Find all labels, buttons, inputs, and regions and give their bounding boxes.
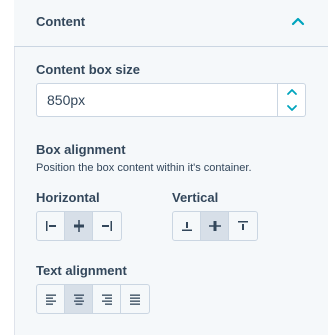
text-alignment-group	[36, 284, 150, 314]
section-title: Content	[36, 14, 86, 29]
chevron-up-icon[interactable]	[290, 14, 306, 30]
vertical-alignment-group	[172, 211, 258, 241]
text-align-center-icon	[73, 294, 84, 305]
content-box-size-input[interactable]: 850px	[36, 83, 278, 117]
text-align-justify-button[interactable]	[121, 285, 149, 313]
box-alignment-help: Position the box content within it's con…	[36, 162, 252, 174]
align-top-button[interactable]	[229, 212, 257, 240]
horizontal-label: Horizontal	[36, 190, 100, 205]
text-align-justify-icon	[130, 294, 140, 305]
align-right-icon	[102, 221, 112, 231]
align-center-horizontal-icon	[73, 220, 84, 232]
content-box-size-stepper	[278, 83, 306, 117]
text-align-center-button[interactable]	[65, 285, 93, 313]
align-top-icon	[238, 221, 248, 230]
chevron-up-icon	[286, 89, 297, 95]
align-bottom-icon	[181, 222, 192, 231]
align-middle-vertical-icon	[208, 221, 221, 231]
vertical-label: Vertical	[172, 190, 219, 205]
align-left-icon	[45, 221, 56, 231]
section-header[interactable]: Content	[14, 0, 328, 47]
align-right-button[interactable]	[93, 212, 121, 240]
content-box-size-label: Content box size	[36, 62, 141, 77]
text-align-left-button[interactable]	[37, 285, 65, 313]
box-alignment-label: Box alignment	[36, 142, 126, 157]
align-middle-vertical-button[interactable]	[201, 212, 229, 240]
stepper-down-button[interactable]	[278, 100, 305, 116]
text-align-right-icon	[101, 294, 112, 305]
horizontal-alignment-group	[36, 211, 122, 241]
chevron-down-icon	[286, 105, 297, 111]
align-center-horizontal-button[interactable]	[65, 212, 93, 240]
text-alignment-label: Text alignment	[36, 263, 127, 278]
text-align-left-icon	[45, 294, 56, 305]
text-align-right-button[interactable]	[93, 285, 121, 313]
align-bottom-button[interactable]	[173, 212, 201, 240]
align-left-button[interactable]	[37, 212, 65, 240]
stepper-up-button[interactable]	[278, 84, 305, 100]
